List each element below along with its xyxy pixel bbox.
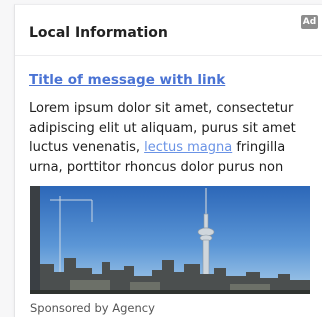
sponsor-label: Sponsored by Agency [30,301,155,315]
message-title-link[interactable]: Title of message with link [29,72,225,88]
city-skyline-image[interactable] [30,186,310,294]
card-heading: Local Information [29,25,168,41]
message-body: Lorem ipsum dolor sit amet, consectetur … [29,99,321,177]
local-info-card: Ad Local Information Title of message wi… [14,4,322,317]
inline-link[interactable]: lectus magna [144,140,232,155]
ad-badge: Ad [301,15,318,29]
heading-divider [15,55,322,56]
